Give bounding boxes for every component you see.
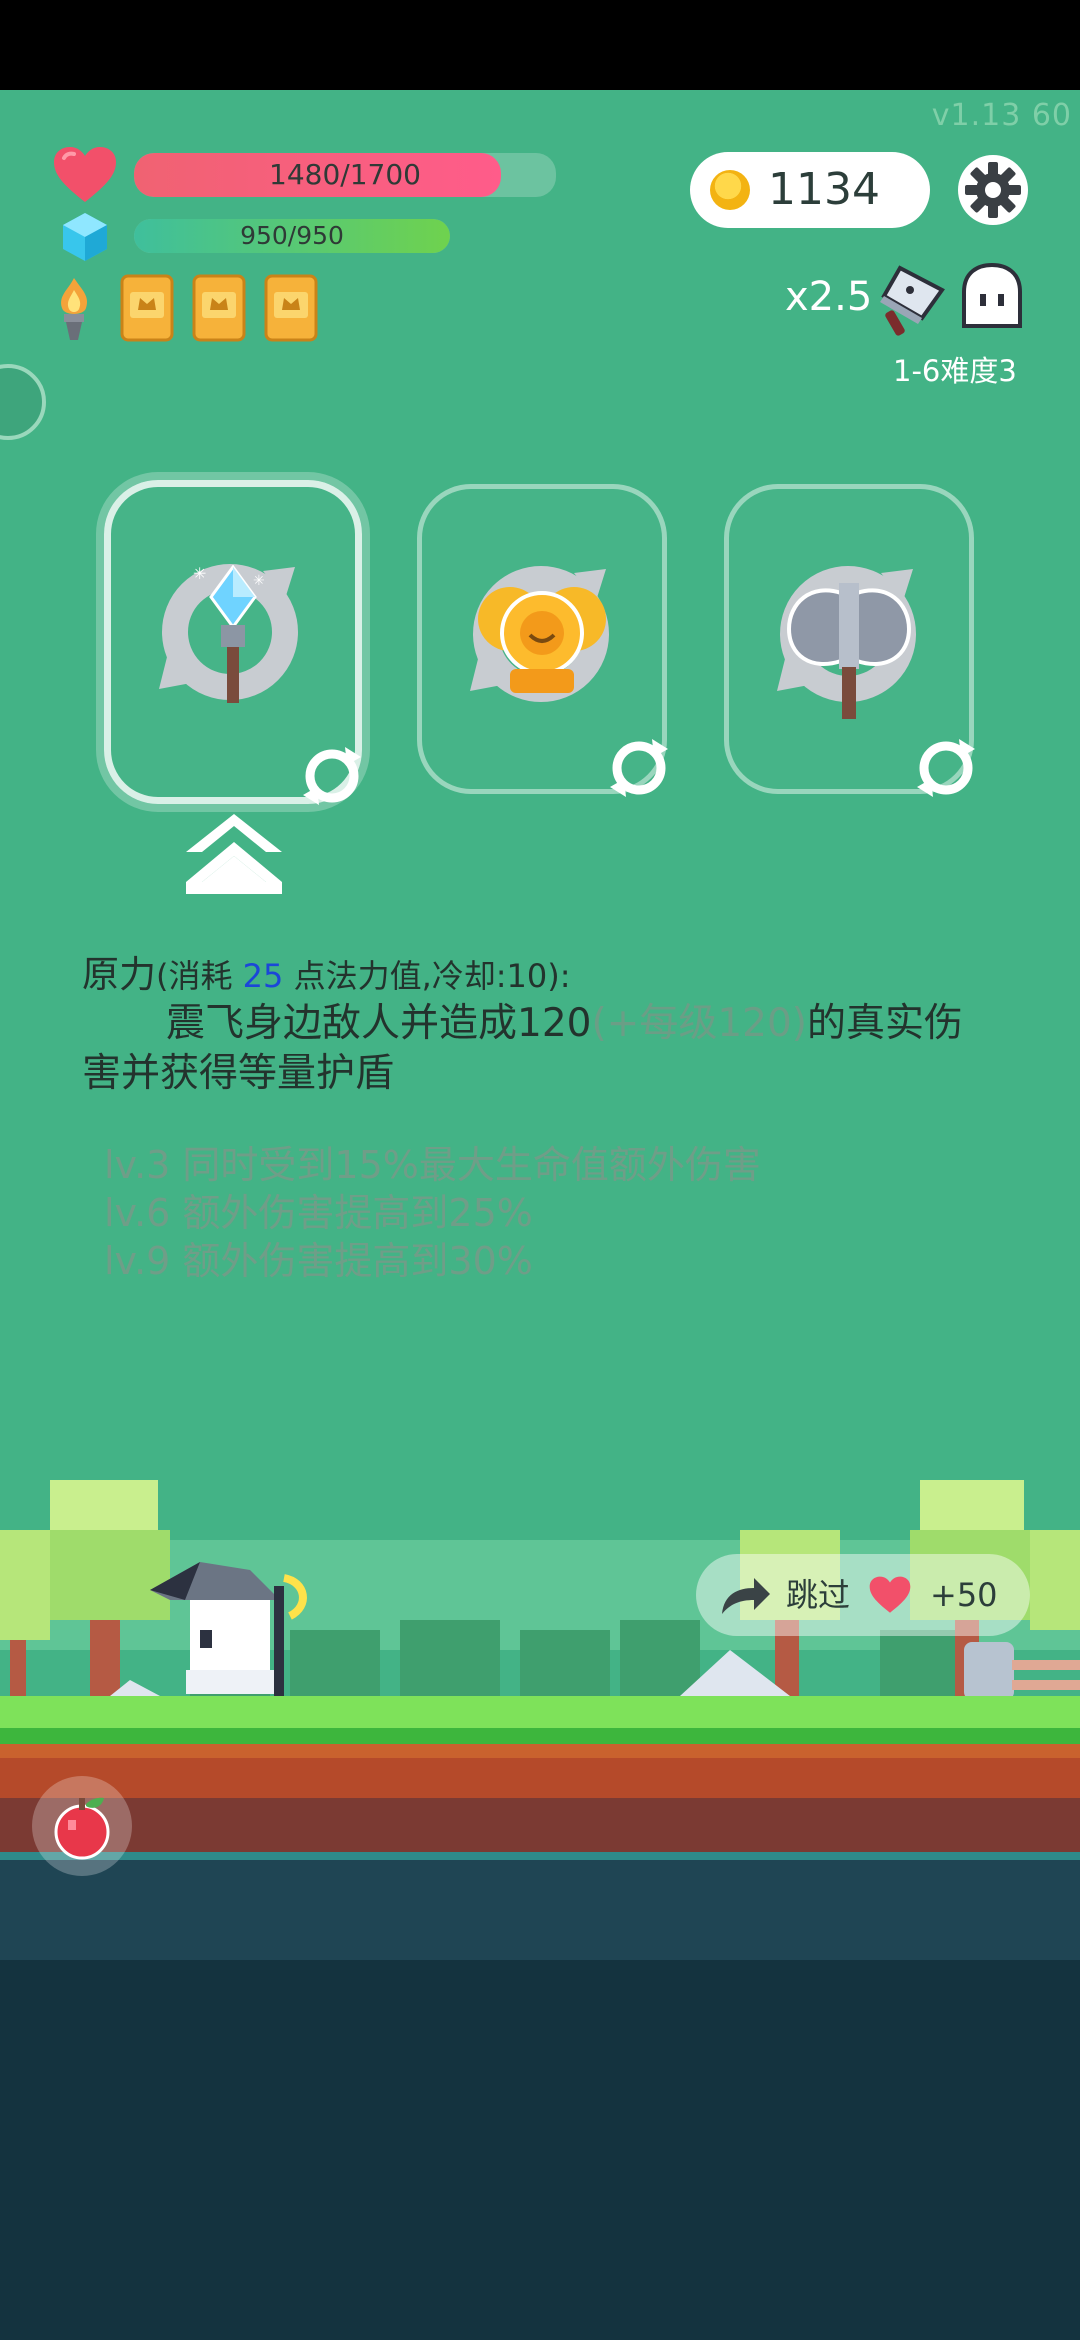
skill-desc-main: 震飞身边敌人并造成120	[166, 1001, 592, 1046]
spell-book-icon	[192, 274, 246, 342]
level-bonus-6: lv.6 额外伤害提高到25%	[104, 1191, 533, 1235]
skill-cost-suffix: 点法力值,冷却:10):	[283, 957, 571, 995]
mana-crystal-icon	[63, 213, 107, 261]
skip-reward: +50	[930, 1576, 998, 1614]
skill-desc-bonus: (+每级120)	[591, 1001, 808, 1046]
level-bonus-9: lv.9 额外伤害提高到30%	[104, 1239, 533, 1283]
spell-book-icon	[264, 274, 318, 342]
heart-icon	[54, 147, 116, 202]
ghost-icon	[962, 262, 1022, 328]
skill-title: 原力(消耗 25 点法力值,冷却:10):	[82, 944, 571, 998]
skill-card-golden-bells[interactable]	[417, 484, 668, 797]
reroll-icon[interactable]	[913, 735, 979, 801]
forward-arrow-icon	[722, 1578, 770, 1614]
selection-chevron-icon	[186, 814, 282, 894]
skill-description-line2: 害并获得等量护盾	[82, 1051, 395, 1096]
skill-description: 震飞身边敌人并造成120(+每级120)的真实伤	[82, 992, 1002, 1048]
crystal-wand-icon: ✳ ✳	[193, 565, 265, 703]
svg-text:✳: ✳	[193, 565, 206, 583]
battle-axe-icon	[786, 583, 912, 719]
coin-icon	[710, 170, 750, 210]
speed-multiplier: x2.5	[785, 274, 873, 320]
skill-card-ice-wand[interactable]: ✳ ✳	[104, 480, 362, 805]
flame-torch-icon	[61, 278, 88, 340]
side-timer-badge[interactable]	[0, 364, 46, 440]
skill-name: 原力	[82, 953, 156, 996]
gear-icon[interactable]	[957, 154, 1029, 226]
skip-label: 跳过	[786, 1576, 851, 1614]
mp-text: 950/950	[240, 221, 344, 250]
apple-icon	[54, 1797, 110, 1860]
skill-card-battle-axe[interactable]	[724, 484, 975, 797]
stage-difficulty: 1-6难度3	[893, 354, 1017, 388]
hp-text: 1480/1700	[269, 158, 421, 191]
skip-button[interactable]: 跳过 +50	[696, 1554, 1030, 1636]
skill-desc-end: 的真实伤	[807, 1001, 964, 1046]
status-bar	[0, 0, 1080, 90]
reroll-icon[interactable]	[606, 735, 672, 801]
skill-cost-value: 25	[242, 957, 284, 995]
hp-bar: 1480/1700	[134, 153, 556, 197]
coin-amount: 1134	[768, 164, 880, 215]
heart-icon	[869, 1576, 911, 1613]
spell-book-icon	[120, 274, 174, 342]
skill-cost-prefix: (消耗	[156, 957, 243, 995]
coin-counter: 1134	[690, 152, 930, 228]
golden-bells-icon	[478, 587, 606, 693]
svg-text:✳: ✳	[253, 573, 265, 589]
reroll-icon[interactable]	[299, 743, 365, 809]
apple-potion-button[interactable]	[32, 1776, 132, 1876]
cleaver-icon	[880, 265, 945, 336]
level-bonus-3: lv.3 同时受到15%最大生命值额外伤害	[104, 1143, 761, 1187]
mp-bar: 950/950	[134, 219, 450, 253]
version-label: v1.13 60	[931, 98, 1072, 133]
